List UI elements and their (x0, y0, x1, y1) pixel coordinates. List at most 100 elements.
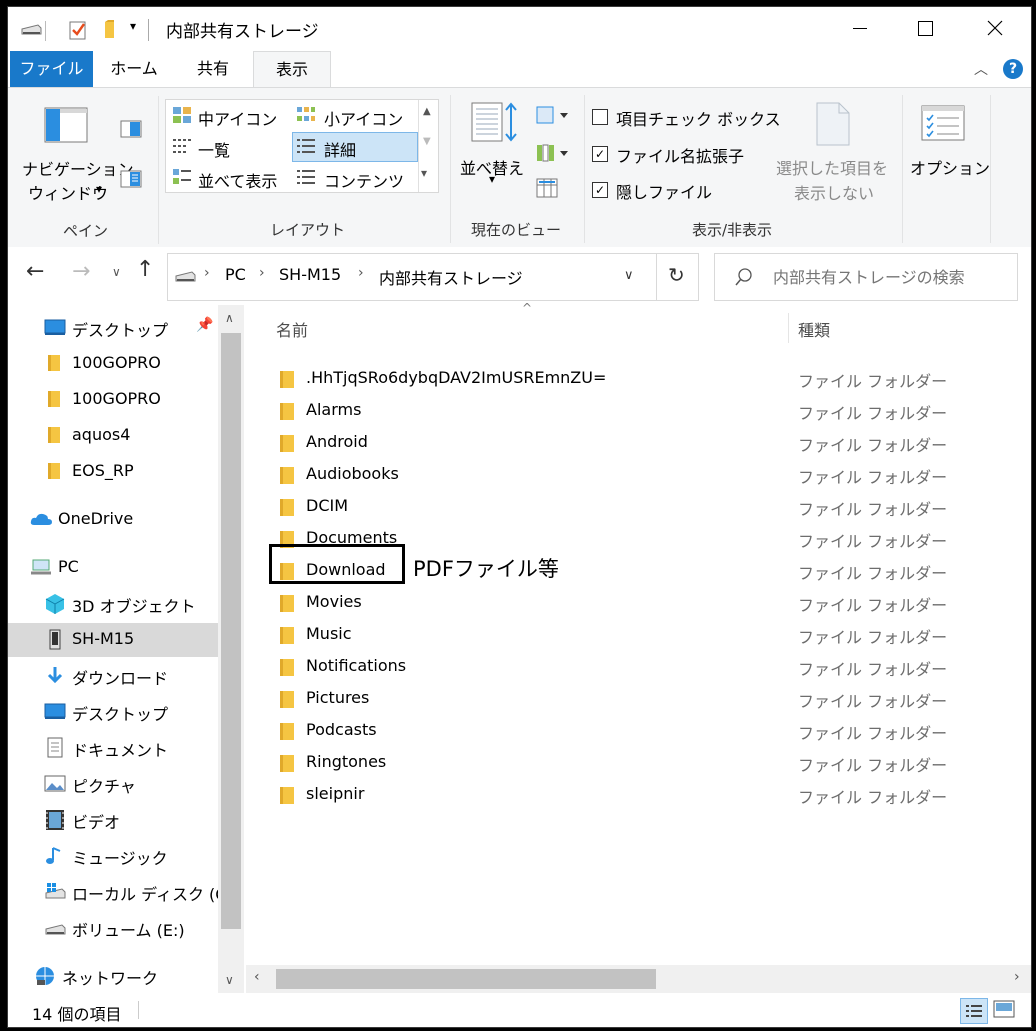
preview-pane-icon[interactable] (120, 120, 142, 138)
file-extensions-checkbox[interactable]: ✓ (592, 146, 608, 162)
up-arrow-icon[interactable]: ↑ (136, 257, 154, 282)
breadcrumb-current[interactable]: 内部共有ストレージ (379, 265, 523, 289)
sidebar-item[interactable]: 100GOPRO (8, 383, 218, 417)
layout-medium-icons[interactable]: 中アイコン (198, 106, 277, 130)
chevron-down-icon[interactable]: ▾ (96, 182, 102, 196)
sidebar-item[interactable]: 100GOPRO (8, 347, 218, 381)
chevron-down-icon[interactable]: ▾ (489, 172, 495, 186)
scroll-left-icon[interactable]: ‹ (254, 969, 260, 985)
forward-arrow-icon[interactable]: → (72, 259, 90, 284)
sidebar-item[interactable]: PC (8, 551, 218, 585)
sidebar-item[interactable]: ドキュメント (8, 731, 218, 765)
file-row[interactable]: .HhTjqSRo6dybqDAV2ImUSREmnZU= ファイル フォルダー (246, 363, 1031, 395)
sidebar-item[interactable]: ビデオ (8, 803, 218, 837)
tab-share[interactable]: 共有 (174, 51, 252, 87)
layout-small-icons[interactable]: 小アイコン (324, 106, 403, 130)
sidebar-item[interactable]: デスクトップ 📌 (8, 311, 218, 345)
hidden-files-label[interactable]: 隠しファイル (616, 179, 712, 203)
sidebar-item[interactable]: ボリューム (E:) (8, 911, 218, 945)
scroll-right-icon[interactable]: › (1014, 969, 1020, 985)
size-columns-icon[interactable] (536, 177, 560, 199)
scroll-down-icon[interactable]: ∨ (225, 973, 234, 987)
maximize-button[interactable] (893, 7, 957, 49)
layout-details[interactable]: 詳細 (324, 137, 356, 161)
file-row[interactable]: DCIM ファイル フォルダー (246, 491, 1031, 523)
sidebar-item[interactable]: ミュージック (8, 839, 218, 873)
breadcrumb-separator-icon[interactable]: › (358, 265, 364, 281)
sidebar-item[interactable]: デスクトップ (8, 695, 218, 729)
options-button[interactable]: オプション (910, 155, 990, 179)
scroll-down-icon[interactable]: ▼ (423, 136, 431, 147)
large-icons-toggle[interactable] (992, 999, 1018, 1021)
scrollbar-thumb[interactable] (276, 969, 656, 989)
sidebar-item[interactable]: ダウンロード (8, 659, 218, 693)
scroll-up-icon[interactable]: ▲ (423, 106, 431, 117)
scrollbar-thumb[interactable] (221, 333, 241, 929)
sidebar-item[interactable]: OneDrive (8, 503, 218, 537)
sidebar-item[interactable]: ピクチャ (8, 767, 218, 801)
column-header-type[interactable]: 種類 (798, 317, 830, 341)
nav-pane-scrollbar[interactable]: ∧ ∨ (218, 305, 244, 993)
close-button[interactable] (963, 7, 1027, 49)
address-bar[interactable]: › PC › SH-M15 › 内部共有ストレージ ∨ ↻ (167, 253, 699, 301)
details-view-toggle[interactable] (960, 998, 988, 1024)
layout-tiles[interactable]: 並べて表示 (198, 168, 277, 192)
properties-icon[interactable] (68, 19, 88, 41)
group-by-icon[interactable] (536, 105, 570, 125)
hide-selected-label-2[interactable]: 表示しない (794, 180, 874, 204)
breadcrumb-separator-icon[interactable]: › (259, 265, 265, 281)
layout-gallery-scroll[interactable]: ▲ ▼ ▾ (418, 100, 438, 192)
details-pane-icon[interactable] (120, 170, 142, 188)
sidebar-item[interactable]: aquos4 (8, 419, 218, 453)
sidebar-item[interactable]: EOS_RP (8, 455, 218, 489)
layout-content[interactable]: コンテンツ (324, 168, 404, 192)
search-box[interactable] (714, 253, 1018, 301)
file-row[interactable]: Ringtones ファイル フォルダー (246, 747, 1031, 779)
item-checkboxes-label[interactable]: 項目チェック ボックス (616, 106, 781, 130)
back-arrow-icon[interactable]: ← (26, 259, 44, 284)
folder-icon (280, 627, 294, 644)
breadcrumb-pc[interactable]: PC (225, 265, 246, 284)
recent-locations-chevron-icon[interactable]: ∨ (112, 265, 121, 279)
quick-access-dropdown-icon[interactable]: ▾ (130, 19, 136, 33)
horizontal-scrollbar[interactable]: ‹ › (246, 965, 1031, 993)
new-folder-icon[interactable] (102, 20, 120, 40)
file-row[interactable]: Alarms ファイル フォルダー (246, 395, 1031, 427)
navigation-pane-label[interactable]: ナビゲーション (22, 156, 134, 180)
search-input[interactable] (771, 264, 1010, 290)
tab-view[interactable]: 表示 (253, 51, 331, 89)
file-extensions-label[interactable]: ファイル名拡張子 (616, 143, 744, 167)
breadcrumb-separator-icon[interactable]: › (204, 265, 210, 281)
minimize-button[interactable] (828, 7, 892, 49)
file-row[interactable]: Audiobooks ファイル フォルダー (246, 459, 1031, 491)
gallery-expand-icon[interactable]: ▾ (421, 166, 427, 180)
file-row[interactable]: Notifications ファイル フォルダー (246, 651, 1031, 683)
refresh-icon[interactable]: ↻ (668, 263, 685, 287)
add-columns-icon[interactable] (536, 143, 570, 163)
tab-home[interactable]: ホーム (98, 51, 170, 87)
sidebar-item[interactable]: SH-M15 (8, 623, 218, 657)
address-history-chevron-icon[interactable]: ∨ (624, 268, 634, 283)
hide-selected-label[interactable]: 選択した項目を (776, 155, 888, 179)
column-header-name[interactable]: 名前 (276, 317, 308, 341)
sidebar-item[interactable]: 3D オブジェクト (8, 587, 218, 621)
hidden-files-checkbox[interactable]: ✓ (592, 182, 608, 198)
file-row[interactable]: sleipnir ファイル フォルダー (246, 779, 1031, 811)
file-row[interactable]: Movies ファイル フォルダー (246, 587, 1031, 619)
layout-list[interactable]: 一覧 (198, 137, 230, 161)
column-divider[interactable] (788, 313, 789, 343)
pin-icon[interactable]: 📌 (196, 317, 213, 333)
file-row[interactable]: Android ファイル フォルダー (246, 427, 1031, 459)
tab-file[interactable]: ファイル (10, 51, 93, 87)
item-checkboxes-checkbox[interactable] (592, 109, 608, 125)
sort-by-icon[interactable] (471, 101, 519, 145)
scroll-up-icon[interactable]: ∧ (225, 311, 234, 325)
file-row[interactable]: Music ファイル フォルダー (246, 619, 1031, 651)
file-row[interactable]: Podcasts ファイル フォルダー (246, 715, 1031, 747)
sidebar-item[interactable]: ローカル ディスク (C (8, 875, 226, 909)
file-row[interactable]: Pictures ファイル フォルダー (246, 683, 1031, 715)
ribbon-collapse-icon[interactable]: ︿ (974, 59, 988, 79)
breadcrumb-device[interactable]: SH-M15 (279, 265, 341, 284)
sidebar-item[interactable]: ネットワーク (8, 959, 218, 993)
help-icon[interactable]: ? (1003, 59, 1023, 79)
